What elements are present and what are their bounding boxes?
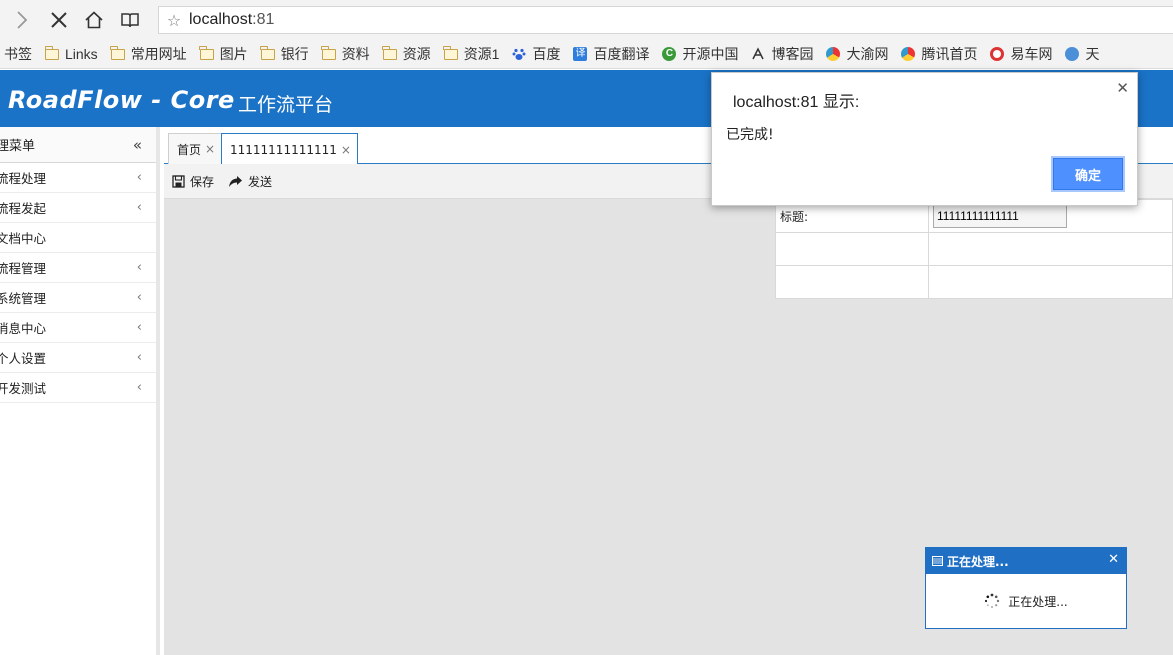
sidebar-item-personal-settings[interactable]: 个人设置 ‹ — [0, 343, 156, 373]
tab-document[interactable]: 11111111111111 × — [221, 133, 358, 165]
tab-home[interactable]: 首页 × — [168, 133, 223, 164]
chevron-left-icon: ‹ — [136, 380, 142, 395]
folder-icon — [321, 45, 336, 60]
processing-body: 正在处理... — [926, 574, 1126, 628]
bookmark-item[interactable]: C 开源中国 — [662, 44, 738, 64]
bookmark-item[interactable]: 书签 — [4, 44, 32, 64]
bookmark-item[interactable]: 天 — [1065, 44, 1099, 64]
chevron-left-icon: ‹ — [136, 200, 142, 215]
forward-icon[interactable] — [10, 8, 34, 32]
form-table: 标题: — [775, 199, 1173, 299]
sidebar-item-system-management[interactable]: 系统管理 ‹ — [0, 283, 156, 313]
save-icon — [172, 174, 185, 188]
bookmark-item[interactable]: 易车网 — [990, 44, 1052, 64]
folder-icon — [382, 45, 397, 60]
globe-icon — [1065, 47, 1080, 61]
alert-dialog: localhost:81 显示: ✕ 已完成! 确定 — [711, 72, 1138, 206]
close-icon[interactable]: ✕ — [1116, 79, 1129, 97]
close-tab-icon[interactable]: × — [341, 143, 351, 157]
address-bar[interactable]: ☆ localhost:81 — [158, 6, 1173, 34]
window-icon — [932, 556, 943, 566]
folder-icon — [199, 45, 214, 60]
processing-message: 正在处理... — [1008, 594, 1068, 609]
chevron-left-icon: ‹ — [136, 290, 142, 305]
favorite-star-icon[interactable]: ☆ — [159, 11, 189, 30]
sidebar-item-flow-start[interactable]: 流程发起 ‹ — [0, 193, 156, 223]
alert-title: localhost:81 显示: — [733, 94, 860, 111]
sidebar-item-flow-process[interactable]: 流程处理 ‹ — [0, 163, 156, 193]
table-row — [775, 232, 1173, 266]
processing-window: 正在处理... ✕ 正在处理... — [925, 547, 1127, 629]
sidebar-item-flow-management[interactable]: 流程管理 ‹ — [0, 253, 156, 283]
chevron-left-icon: ‹ — [136, 320, 142, 335]
sidebar-header: 理菜单 « — [0, 127, 156, 163]
bookmark-item[interactable]: 资源1 — [443, 44, 499, 64]
folder-icon — [110, 45, 125, 60]
folder-icon — [443, 45, 458, 60]
chevron-left-icon: ‹ — [136, 260, 142, 275]
sidebar-item-dev-test[interactable]: 开发测试 ‹ — [0, 373, 156, 403]
folder-icon — [260, 45, 275, 60]
home-icon[interactable] — [82, 8, 106, 32]
site-icon — [826, 47, 841, 61]
browser-toolbar: ☆ localhost:81 — [0, 0, 1173, 40]
save-button[interactable]: 保存 — [172, 173, 214, 190]
translate-icon: 译 — [573, 47, 588, 61]
bookmark-item[interactable]: Links — [44, 45, 98, 62]
close-icon[interactable]: ✕ — [1108, 552, 1119, 567]
alert-message: 已完成! — [726, 127, 774, 143]
bookmark-item[interactable]: 百度 — [512, 44, 560, 64]
sidebar-item-message-center[interactable]: 消息中心 ‹ — [0, 313, 156, 343]
cnblogs-icon — [751, 47, 765, 61]
ok-button[interactable]: 确定 — [1051, 156, 1125, 192]
share-arrow-icon — [228, 175, 243, 188]
bookmark-item[interactable]: 常用网址 — [110, 44, 187, 64]
folder-icon — [44, 45, 59, 60]
app-subtitle: 工作流平台 — [238, 94, 334, 116]
processing-header: 正在处理... ✕ — [926, 548, 1126, 574]
sidebar: 理菜单 « 流程处理 ‹ 流程发起 ‹ 文档中心 流程管理 ‹ 系统管理 ‹ 消息中心 ‹… — [0, 127, 160, 655]
reading-view-icon[interactable] — [118, 8, 142, 32]
app-logo: RoadFlow - Core — [8, 86, 235, 114]
close-tab-icon[interactable]: × — [205, 142, 215, 156]
loading-spinner-icon — [984, 593, 1000, 609]
bookmark-item[interactable]: 银行 — [260, 44, 309, 64]
oschina-icon: C — [662, 47, 677, 61]
bookmark-item[interactable]: 图片 — [199, 44, 248, 64]
bookmark-item[interactable]: 资源 — [382, 44, 431, 64]
yiche-icon — [990, 47, 1005, 61]
stop-icon[interactable] — [47, 8, 71, 32]
bookmarks-bar: 书签 Links 常用网址 图片 银行 资料 资源 资源1 百度 译百度翻译 C… — [0, 40, 1173, 69]
sidebar-item-document-center[interactable]: 文档中心 — [0, 223, 156, 253]
baidu-icon — [512, 47, 526, 61]
table-row — [775, 265, 1173, 299]
chevron-left-icon: ‹ — [136, 170, 142, 185]
title-input[interactable] — [933, 204, 1067, 228]
bookmark-item[interactable]: 博客园 — [751, 44, 813, 64]
bookmark-item[interactable]: 大渝网 — [826, 44, 888, 64]
url-text: localhost:81 — [189, 11, 275, 28]
send-button[interactable]: 发送 — [228, 173, 272, 190]
sidebar-title: 理菜单 — [0, 139, 36, 154]
bookmark-item[interactable]: 腾讯首页 — [901, 44, 977, 64]
chevron-left-icon: ‹ — [136, 350, 142, 365]
site-icon — [901, 47, 916, 61]
collapse-sidebar-icon[interactable]: « — [133, 136, 142, 154]
bookmark-item[interactable]: 译百度翻译 — [573, 44, 649, 64]
bookmark-item[interactable]: 资料 — [321, 44, 370, 64]
